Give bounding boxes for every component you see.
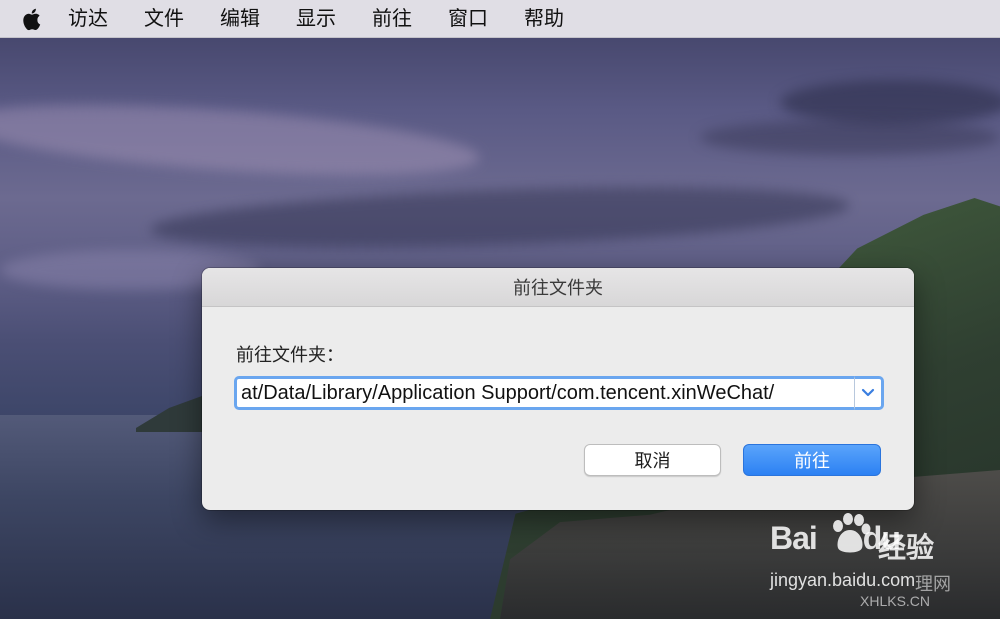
chevron-down-icon xyxy=(861,388,875,397)
apple-logo-icon[interactable] xyxy=(18,6,44,32)
watermark-url: jingyan.baidu.com xyxy=(770,570,916,590)
wallpaper-cloud xyxy=(0,91,482,189)
menu-help[interactable]: 帮助 xyxy=(524,0,564,37)
wallpaper-cloud xyxy=(780,80,1000,125)
dialog-prompt-label: 前往文件夹： xyxy=(236,345,344,366)
menu-edit[interactable]: 编辑 xyxy=(220,0,260,37)
baidu-paw-icon xyxy=(833,513,871,553)
dialog-title: 前往文件夹 xyxy=(513,278,603,299)
menu-view[interactable]: 显示 xyxy=(296,0,336,37)
path-dropdown-button[interactable] xyxy=(854,376,884,410)
path-combobox: at/Data/Library/Application Support/com.… xyxy=(234,376,884,410)
menu-window[interactable]: 窗口 xyxy=(448,0,488,37)
cancel-button[interactable]: 取消 xyxy=(584,444,721,476)
menu-finder[interactable]: 访达 xyxy=(68,0,108,37)
wallpaper-cloud xyxy=(700,120,1000,155)
menu-go[interactable]: 前往 xyxy=(372,0,412,37)
path-input[interactable]: at/Data/Library/Application Support/com.… xyxy=(234,376,854,410)
wallpaper-cloud xyxy=(149,177,851,258)
menu-file[interactable]: 文件 xyxy=(144,0,184,37)
go-button[interactable]: 前往 xyxy=(743,444,881,476)
go-to-folder-dialog: 前往文件夹 前往文件夹： at/Data/Library/Application… xyxy=(202,268,914,510)
dialog-titlebar[interactable]: 前往文件夹 xyxy=(202,268,914,307)
watermark-site: XHLKS.CN xyxy=(860,593,931,609)
menu-bar: 访达 文件 编辑 显示 前往 窗口 帮助 xyxy=(0,0,1000,38)
watermark-jingyan: 经验 xyxy=(878,531,935,564)
